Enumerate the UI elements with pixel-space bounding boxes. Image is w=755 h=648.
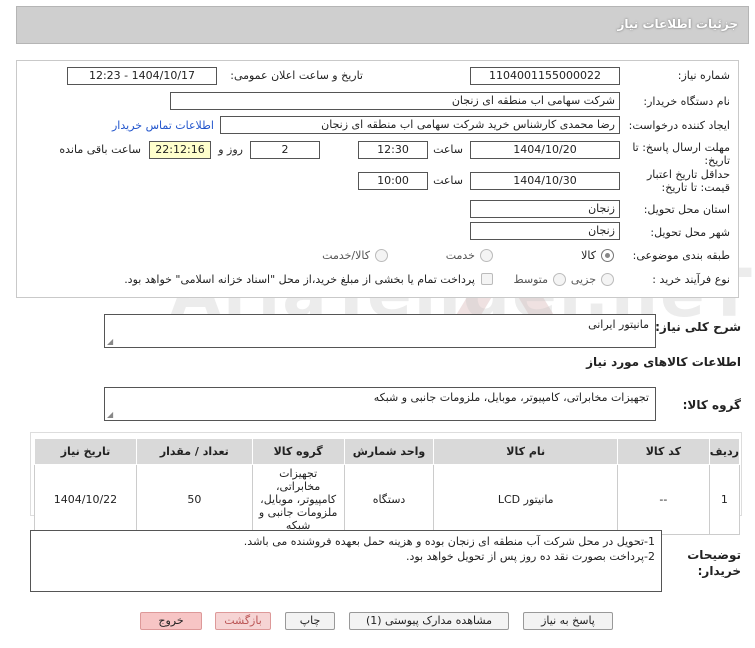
validity-label: حداقل تاریخ اعتبار قیمت: تا تاریخ:	[646, 168, 730, 194]
page-title: جزئیات اطلاعات نیاز	[617, 17, 738, 31]
resize-handle-icon[interactable]: ◢	[107, 410, 113, 419]
category-label: طبقه بندی موضوعی:	[632, 249, 730, 262]
page-header: جزئیات اطلاعات نیاز	[16, 6, 749, 44]
need-number-field: 1104001155000022	[470, 67, 620, 85]
days-remaining-field: 2	[250, 141, 320, 159]
province-label: استان محل تحویل:	[643, 203, 730, 216]
buyer-org-field: شرکت سهامی اب منطقه ای زنجان	[170, 92, 620, 110]
items-table: ردیف کد کالا نام کالا واحد شمارش گروه کا…	[34, 438, 741, 535]
goods-info-title: اطلاعات کالاهای مورد نیاز	[586, 355, 741, 369]
need-number-label: شماره نیاز:	[677, 69, 730, 82]
goods-group-value: تجهیزات مخابراتی، کامپیوتر، موبایل، ملزو…	[373, 391, 649, 404]
col-header-group: گروه کالا	[251, 438, 345, 465]
cell-row: 1	[708, 464, 741, 535]
treasury-payment-checkbox[interactable]	[481, 273, 493, 285]
summary-value: مانیتور ایرانی	[588, 318, 649, 331]
print-button[interactable]: چاپ	[285, 612, 335, 630]
buyer-notes-line-2: 2-پرداخت بصورت نقد ده روز پس از تحویل خو…	[405, 550, 655, 563]
category-option-goods-service: کالا/خدمت	[322, 249, 370, 262]
resize-handle-icon[interactable]: ◢	[107, 337, 113, 346]
cell-date: 1404/10/22	[34, 464, 137, 535]
validity-time-field: 10:00	[358, 172, 428, 190]
category-radio-goods-service[interactable]	[375, 249, 388, 262]
need-info-panel: شماره نیاز: 1104001155000022 تاریخ و ساع…	[16, 60, 739, 298]
goods-group-textarea[interactable]: تجهیزات مخابراتی، کامپیوتر، موبایل، ملزو…	[104, 387, 656, 421]
city-field: زنجان	[470, 222, 620, 240]
announce-date-field: 1404/10/17 - 12:23	[67, 67, 217, 85]
buyer-contact-link[interactable]: اطلاعات تماس خریدار	[112, 119, 214, 132]
category-option-goods: کالا	[581, 249, 596, 262]
treasury-payment-text: پرداخت تمام یا بخشی از مبلغ خرید،از محل …	[124, 273, 475, 286]
creator-field: رضا محمدی کارشناس خرید شرکت سهامی اب منط…	[220, 116, 620, 134]
cell-name: مانیتور LCD	[433, 464, 618, 535]
col-header-code: کد کالا	[617, 438, 710, 465]
summary-textarea[interactable]: مانیتور ایرانی ◢	[104, 314, 656, 348]
cell-unit: دستگاه	[343, 464, 435, 535]
validity-time-label: ساعت	[433, 174, 463, 187]
remaining-time-field: 22:12:16	[149, 141, 211, 159]
process-radio-minor[interactable]	[601, 273, 614, 286]
remaining-time-label: ساعت باقی مانده	[59, 143, 141, 156]
process-radio-medium[interactable]	[553, 273, 566, 286]
back-button[interactable]: بازگشت	[215, 612, 271, 630]
buyer-notes-line-1: 1-تحویل در محل شرکت آب منطقه ای زنجان بو…	[243, 535, 655, 548]
deadline-label: مهلت ارسال پاسخ: تا تاریخ:	[632, 141, 730, 167]
summary-label: شرح کلی نیاز:	[655, 320, 741, 334]
buyer-org-label: نام دستگاه خریدار:	[643, 95, 730, 108]
category-radio-service[interactable]	[480, 249, 493, 262]
process-option-minor: جزیی	[570, 273, 596, 286]
col-header-row: ردیف	[708, 438, 741, 465]
days-label: روز و	[218, 143, 243, 156]
col-header-unit: واحد شمارش	[343, 438, 435, 465]
process-label: نوع فرآیند خرید :	[652, 273, 730, 286]
col-header-date: تاریخ نیاز	[34, 438, 137, 465]
province-field: زنجان	[470, 200, 620, 218]
announce-date-label: تاریخ و ساعت اعلان عمومی:	[230, 69, 363, 82]
deadline-time-label: ساعت	[433, 143, 463, 156]
process-option-medium: متوسط	[513, 273, 548, 286]
goods-group-label: گروه کالا:	[682, 398, 741, 412]
attachments-button[interactable]: مشاهده مدارک پیوستی (1)	[349, 612, 509, 630]
category-radio-goods[interactable]	[601, 249, 614, 262]
cell-code: --	[617, 464, 710, 535]
table-row: 1 -- مانیتور LCD دستگاه تجهیزات مخابراتی…	[34, 464, 741, 535]
validity-date-field: 1404/10/30	[470, 172, 620, 190]
category-option-service: خدمت	[445, 249, 475, 262]
col-header-name: نام کالا	[433, 438, 618, 465]
cell-quantity: 50	[135, 464, 253, 535]
creator-label: ایجاد کننده درخواست:	[628, 119, 730, 132]
deadline-date-field: 1404/10/20	[470, 141, 620, 159]
buyer-notes-textarea[interactable]: 1-تحویل در محل شرکت آب منطقه ای زنجان بو…	[30, 530, 662, 592]
col-header-quantity: تعداد / مقدار	[135, 438, 253, 465]
buyer-notes-label: توضیحات خریدار:	[687, 548, 741, 578]
deadline-time-field: 12:30	[358, 141, 428, 159]
city-label: شهر محل تحویل:	[650, 226, 730, 239]
reply-button[interactable]: پاسخ به نیاز	[523, 612, 613, 630]
exit-button[interactable]: خروج	[140, 612, 202, 630]
cell-group: تجهیزات مخابراتی، کامپیوتر، موبایل، ملزو…	[251, 464, 345, 535]
